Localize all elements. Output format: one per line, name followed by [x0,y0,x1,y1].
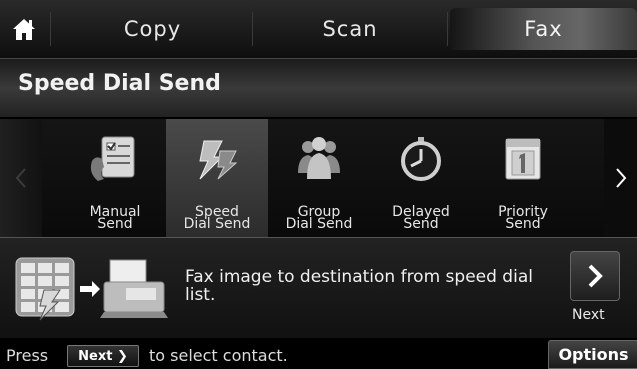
next-label: Next [572,307,605,323]
group-dial-icon [298,137,340,179]
tab-fax[interactable]: Fax [450,8,637,50]
scroll-right-button[interactable] [604,119,637,237]
menu-item-label: Dial Send [285,216,353,232]
footer-press-text: Press [6,346,49,365]
menu-item-group-dial-send[interactable]: Group Dial Send [268,119,370,237]
manual-send-icon [90,136,135,181]
send-options-strip: Manual Send Speed Dial Send Group Dial S… [0,119,637,237]
scroll-left-button[interactable] [0,119,42,237]
next-button[interactable] [570,251,620,301]
speed-dial-fax-illustration-icon [15,257,168,321]
footer-instruction-text: to select contact. [149,346,288,365]
description-text: Fax image to destination from speed dial… [185,267,533,305]
menu-item-speed-dial-send[interactable]: Speed Dial Send [166,119,268,237]
page-title: Speed Dial Send [18,71,221,96]
chevron-left-icon [15,168,26,188]
title-bar: Speed Dial Send [0,58,637,117]
menu-item-label: Send [505,216,541,232]
clock-icon [401,137,441,181]
home-button[interactable] [0,0,48,58]
menu-item-manual-send[interactable]: Manual Send [64,119,166,237]
menu-item-label: Send [97,216,133,232]
menu-item-label: Send [403,216,439,232]
description-panel: Fax image to destination from speed dial… [0,237,637,339]
home-icon [13,19,35,40]
options-button[interactable]: Options [548,340,637,369]
top-tab-bar: Copy Scan Fax [0,0,637,58]
footer-bar: Press Next ❯ to select contact. Options [0,338,637,369]
chevron-right-icon: ❯ [116,348,128,364]
speed-dial-icon [199,140,238,180]
next-key-label: Next [78,348,113,364]
menu-item-delayed-send[interactable]: Delayed Send [370,119,472,237]
tab-copy[interactable]: Copy [55,8,250,50]
menu-item-priority-send[interactable]: Priority Send [472,119,574,237]
calendar-icon [505,138,541,180]
menu-item-label: Dial Send [183,216,251,232]
chevron-right-icon [588,264,603,288]
next-key-hint: Next ❯ [67,345,139,367]
tab-scan[interactable]: Scan [255,8,445,50]
chevron-right-icon [615,168,626,188]
